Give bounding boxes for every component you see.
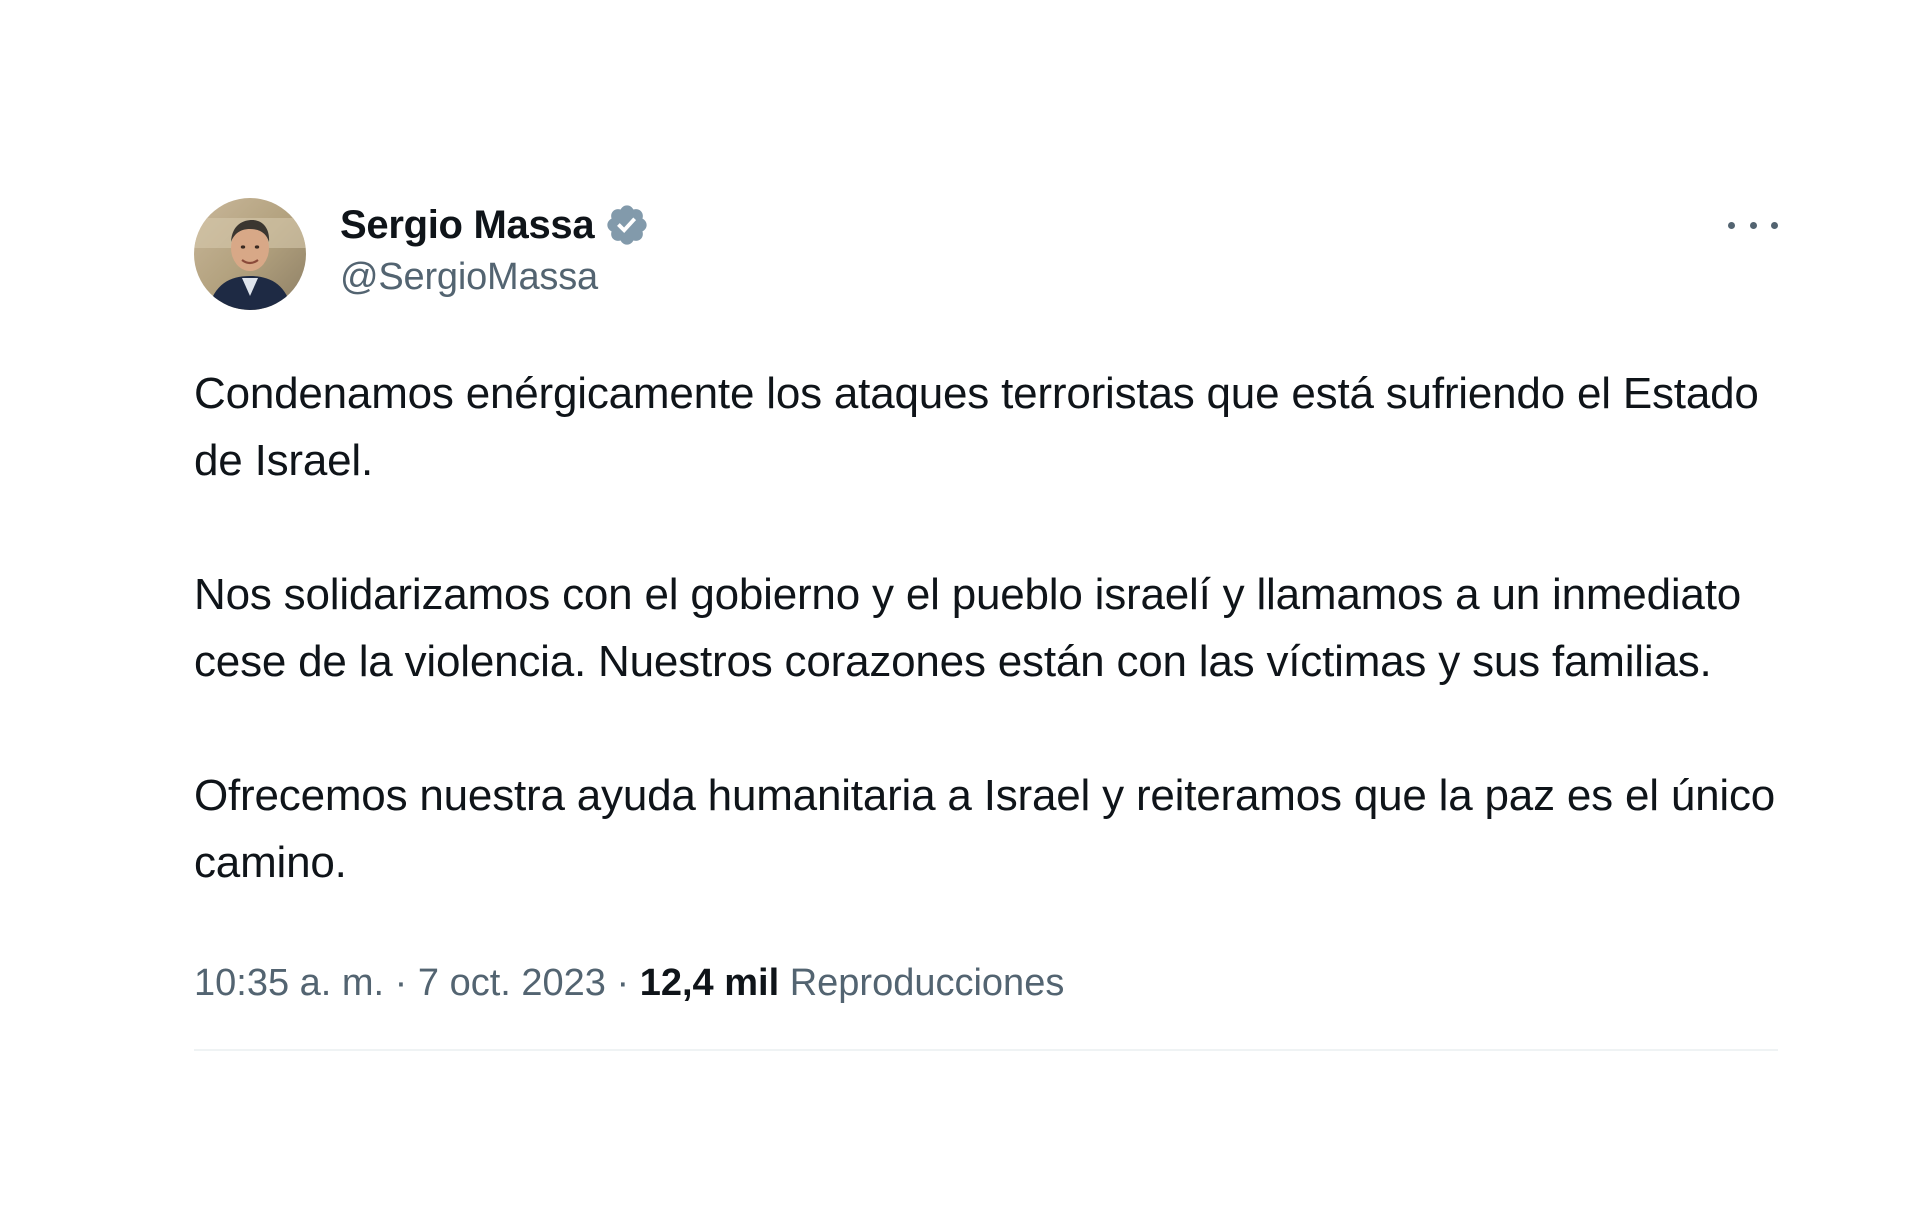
tweet-paragraph: Ofrecemos nuestra ayuda humanitaria a Is…	[194, 771, 1788, 887]
tweet-text: Condenamos enérgicamente los ataques ter…	[194, 360, 1778, 896]
display-name[interactable]: Sergio Massa	[340, 203, 595, 248]
avatar-image	[194, 198, 306, 310]
tweet-metadata: 10:35 a. m. · 7 oct. 2023 · 12,4 mil Rep…	[194, 962, 1778, 1005]
user-names: Sergio Massa @SergioMassa	[340, 200, 650, 299]
tweet-paragraph: Nos solidarizamos con el gobierno y el p…	[194, 570, 1754, 686]
more-dot	[1749, 221, 1757, 229]
tweet-paragraph: Condenamos enérgicamente los ataques ter…	[194, 369, 1771, 485]
display-name-row: Sergio Massa	[340, 200, 650, 250]
meta-separator: ·	[384, 962, 418, 1004]
views-count[interactable]: 12,4 mil	[640, 962, 779, 1005]
tweet-date[interactable]: 7 oct. 2023	[418, 962, 606, 1005]
views-label	[779, 962, 790, 1005]
tweet-header: Sergio Massa @SergioMassa	[194, 198, 1778, 310]
more-dot	[1728, 221, 1735, 229]
user-handle[interactable]: @SergioMassa	[340, 256, 650, 299]
more-horizontal-icon[interactable]	[1728, 210, 1778, 240]
more-dot	[1771, 221, 1778, 229]
divider	[194, 1049, 1778, 1051]
views-label-text[interactable]: Reproducciones	[790, 962, 1065, 1005]
avatar[interactable]	[194, 198, 306, 310]
tweet-time[interactable]: 10:35 a. m.	[194, 962, 384, 1005]
meta-separator: ·	[605, 962, 640, 1004]
verified-badge-icon[interactable]	[604, 202, 650, 248]
tweet-card: Sergio Massa @SergioMassa Condenamos ené…	[194, 198, 1778, 1051]
